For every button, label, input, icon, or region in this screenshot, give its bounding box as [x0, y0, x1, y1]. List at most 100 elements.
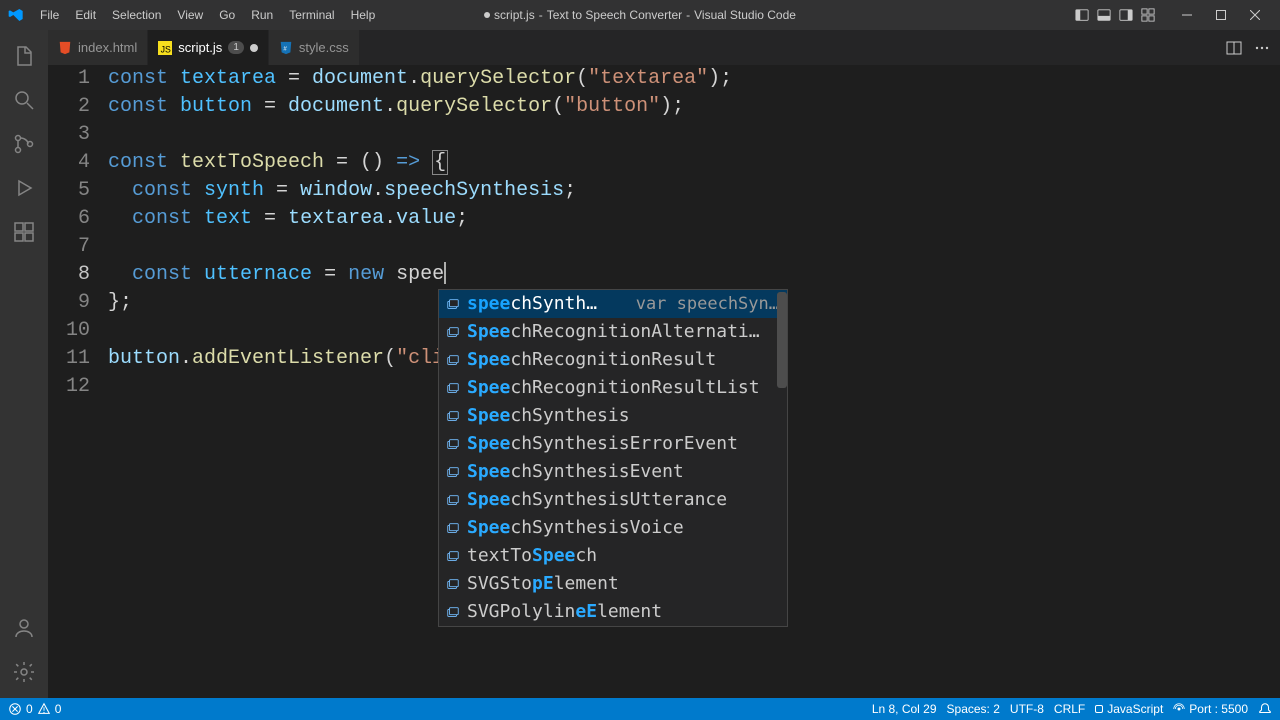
- suggest-item[interactable]: speechSynth…var speechSyn…: [439, 290, 787, 318]
- title-filename: script.js: [494, 8, 535, 22]
- suggest-item[interactable]: SpeechRecognitionAlternati…: [439, 318, 787, 346]
- symbol-icon: [445, 352, 461, 368]
- tab-bar: index.html JS script.js 1 # style.css: [48, 30, 1280, 65]
- code-line: const text = textarea.value;: [108, 205, 1280, 233]
- status-notifications-icon[interactable]: [1258, 702, 1272, 716]
- symbol-icon: [445, 548, 461, 564]
- status-problems[interactable]: 0 0: [8, 702, 61, 716]
- symbol-icon: [445, 436, 461, 452]
- line-number: 8: [48, 261, 90, 289]
- line-number: 7: [48, 233, 90, 261]
- title-app: Visual Studio Code: [694, 8, 796, 22]
- symbol-icon: [445, 380, 461, 396]
- menu-terminal[interactable]: Terminal: [281, 4, 342, 26]
- tab-script-js[interactable]: JS script.js 1: [148, 30, 269, 65]
- layout-sidebar-left-icon[interactable]: [1074, 7, 1090, 23]
- line-number: 3: [48, 121, 90, 149]
- intellisense-popup[interactable]: speechSynth…var speechSyn…SpeechRecognit…: [438, 289, 788, 627]
- symbol-icon: [445, 464, 461, 480]
- suggest-item[interactable]: SpeechSynthesisVoice: [439, 514, 787, 542]
- symbol-icon: [445, 576, 461, 592]
- suggest-detail: var speechSyn…: [636, 290, 779, 318]
- status-cursor-position[interactable]: Ln 8, Col 29: [872, 702, 937, 716]
- suggest-item[interactable]: SpeechSynthesisErrorEvent: [439, 430, 787, 458]
- suggest-item[interactable]: textToSpeech: [439, 542, 787, 570]
- symbol-icon: [445, 296, 461, 312]
- minimize-button[interactable]: [1170, 0, 1204, 30]
- source-control-icon[interactable]: [10, 130, 38, 158]
- line-number: 12: [48, 373, 90, 401]
- layout-sidebar-right-icon[interactable]: [1118, 7, 1134, 23]
- status-bar: 0 0 Ln 8, Col 29 Spaces: 2 UTF-8 CRLF Ja…: [0, 698, 1280, 720]
- suggest-item[interactable]: SVGPolylineElement: [439, 598, 787, 626]
- css-file-icon: #: [279, 41, 293, 55]
- close-button[interactable]: [1238, 0, 1272, 30]
- suggest-item[interactable]: SVGStopElement: [439, 570, 787, 598]
- suggest-item[interactable]: SpeechRecognitionResultList: [439, 374, 787, 402]
- status-live-server[interactable]: Port : 5500: [1173, 702, 1248, 716]
- code-line: const textarea = document.querySelector(…: [108, 65, 1280, 93]
- explorer-icon[interactable]: [10, 42, 38, 70]
- menu-selection[interactable]: Selection: [104, 4, 169, 26]
- tab-label: index.html: [78, 40, 137, 55]
- accounts-icon[interactable]: [10, 614, 38, 642]
- line-number: 10: [48, 317, 90, 345]
- code-line: [108, 121, 1280, 149]
- tab-style-css[interactable]: # style.css: [269, 30, 360, 65]
- symbol-icon: [445, 604, 461, 620]
- status-indentation[interactable]: Spaces: 2: [947, 702, 1000, 716]
- suggest-item[interactable]: SpeechRecognitionResult: [439, 346, 787, 374]
- layout-panel-icon[interactable]: [1096, 7, 1112, 23]
- menu-help[interactable]: Help: [343, 4, 384, 26]
- symbol-icon: [445, 520, 461, 536]
- more-actions-icon[interactable]: [1254, 40, 1270, 56]
- line-number: 6: [48, 205, 90, 233]
- html-file-icon: [58, 41, 72, 55]
- extensions-icon[interactable]: [10, 218, 38, 246]
- status-language[interactable]: JavaScript: [1095, 702, 1163, 716]
- settings-gear-icon[interactable]: [10, 658, 38, 686]
- code-line: const utternace = new spee: [108, 261, 1280, 289]
- svg-text:#: #: [283, 45, 287, 52]
- text-cursor: [444, 262, 446, 284]
- menu-file[interactable]: File: [32, 4, 67, 26]
- menu-run[interactable]: Run: [243, 4, 281, 26]
- symbol-icon: [445, 408, 461, 424]
- maximize-button[interactable]: [1204, 0, 1238, 30]
- symbol-icon: [445, 324, 461, 340]
- customize-layout-icon[interactable]: [1140, 7, 1156, 23]
- tab-index-html[interactable]: index.html: [48, 30, 148, 65]
- run-debug-icon[interactable]: [10, 174, 38, 202]
- suggest-item[interactable]: SpeechSynthesisEvent: [439, 458, 787, 486]
- status-encoding[interactable]: UTF-8: [1010, 702, 1044, 716]
- js-file-icon: JS: [158, 41, 172, 55]
- line-number: 5: [48, 177, 90, 205]
- line-number: 4: [48, 149, 90, 177]
- tab-dirty-indicator: [250, 44, 258, 52]
- line-number: 1: [48, 65, 90, 93]
- line-number: 2: [48, 93, 90, 121]
- line-number: 11: [48, 345, 90, 373]
- title-bar: FileEditSelectionViewGoRunTerminalHelp s…: [0, 0, 1280, 30]
- status-eol[interactable]: CRLF: [1054, 702, 1085, 716]
- code-line: const textToSpeech = () => {: [108, 149, 1280, 177]
- suggest-item[interactable]: SpeechSynthesisUtterance: [439, 486, 787, 514]
- tab-label: style.css: [299, 40, 349, 55]
- code-editor[interactable]: 123456789101112 const textarea = documen…: [48, 65, 1280, 698]
- activity-bar: [0, 30, 48, 698]
- tab-label: script.js: [178, 40, 222, 55]
- menu-go[interactable]: Go: [211, 4, 243, 26]
- menu-view[interactable]: View: [169, 4, 211, 26]
- code-line: [108, 233, 1280, 261]
- code-line: const synth = window.speechSynthesis;: [108, 177, 1280, 205]
- suggest-scrollbar[interactable]: [777, 292, 787, 388]
- line-number: 9: [48, 289, 90, 317]
- code-line: const button = document.querySelector("b…: [108, 93, 1280, 121]
- menu-edit[interactable]: Edit: [67, 4, 104, 26]
- tab-badge: 1: [228, 41, 244, 54]
- svg-text:JS: JS: [161, 44, 171, 54]
- title-project: Text to Speech Converter: [547, 8, 682, 22]
- split-editor-icon[interactable]: [1226, 40, 1242, 56]
- search-icon[interactable]: [10, 86, 38, 114]
- suggest-item[interactable]: SpeechSynthesis: [439, 402, 787, 430]
